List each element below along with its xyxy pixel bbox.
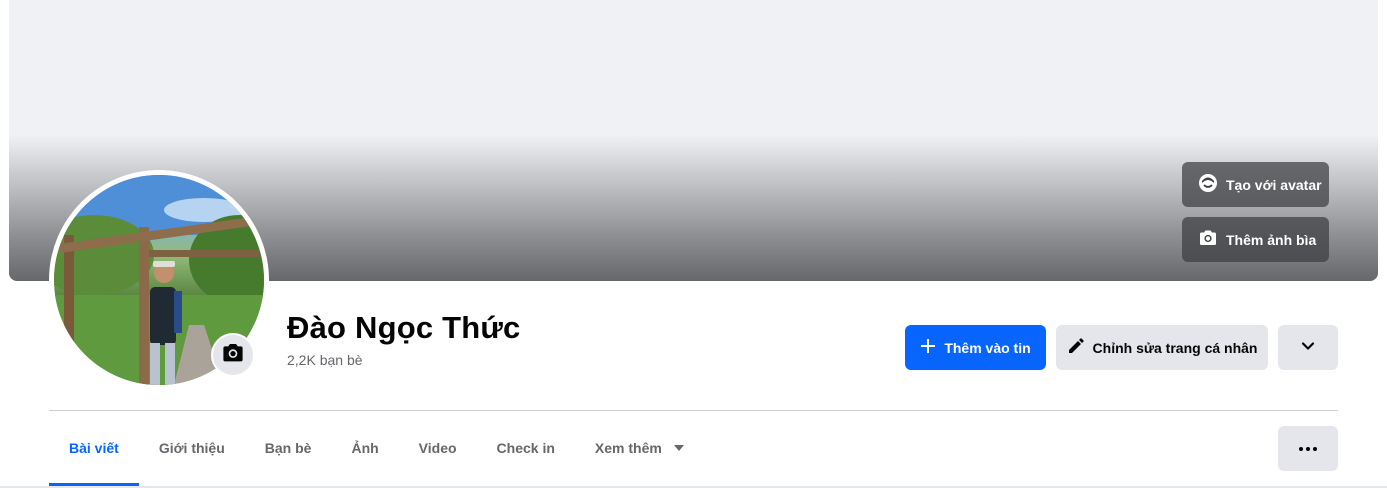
add-to-story-label: Thêm vào tin bbox=[944, 339, 1031, 356]
camera-icon bbox=[221, 341, 245, 370]
profile-tabs: Bài viết Giới thiệu Bạn bè Ảnh Video Che… bbox=[49, 426, 704, 486]
profile-options-button[interactable] bbox=[1278, 325, 1338, 370]
tab-friends[interactable]: Bạn bè bbox=[245, 426, 332, 470]
edit-profile-button[interactable]: Chỉnh sửa trang cá nhân bbox=[1056, 325, 1268, 370]
tab-videos-label: Video bbox=[418, 440, 457, 456]
add-cover-photo-button[interactable]: Thêm ảnh bìa bbox=[1182, 217, 1329, 262]
tab-about-label: Giới thiệu bbox=[158, 440, 225, 456]
tab-about[interactable]: Giới thiệu bbox=[139, 426, 245, 470]
avatar-face-icon bbox=[1198, 173, 1218, 196]
tab-more-label: Xem thêm bbox=[594, 440, 662, 456]
add-cover-photo-label: Thêm ảnh bìa bbox=[1226, 231, 1317, 248]
create-with-avatar-label: Tạo với avatar bbox=[1226, 176, 1322, 193]
profile-name: Đào Ngọc Thức bbox=[287, 310, 521, 345]
tab-posts[interactable]: Bài viết bbox=[49, 426, 139, 486]
edit-profile-label: Chỉnh sửa trang cá nhân bbox=[1092, 339, 1258, 356]
camera-icon bbox=[1198, 228, 1218, 251]
create-with-avatar-button[interactable]: Tạo với avatar bbox=[1182, 162, 1329, 207]
tab-more[interactable]: Xem thêm bbox=[575, 426, 704, 470]
caret-down-icon bbox=[673, 445, 684, 451]
pencil-icon bbox=[1067, 337, 1085, 358]
ellipsis-dot bbox=[1306, 446, 1310, 451]
friends-count[interactable]: 2,2K bạn bè bbox=[287, 352, 363, 368]
tab-posts-label: Bài viết bbox=[69, 440, 119, 456]
tab-check-ins[interactable]: Check in bbox=[477, 426, 575, 470]
update-profile-picture-button[interactable] bbox=[211, 333, 255, 377]
plus-icon bbox=[920, 338, 936, 357]
tab-photos[interactable]: Ảnh bbox=[331, 426, 398, 470]
ellipsis-dot bbox=[1313, 446, 1317, 451]
tab-photos-label: Ảnh bbox=[351, 440, 379, 456]
tab-videos[interactable]: Video bbox=[399, 426, 477, 470]
add-to-story-button[interactable]: Thêm vào tin bbox=[905, 325, 1046, 370]
more-options-button[interactable] bbox=[1278, 426, 1338, 471]
profile-divider bbox=[49, 410, 1338, 411]
chevron-down-icon bbox=[1300, 338, 1316, 357]
tab-friends-label: Bạn bè bbox=[264, 440, 312, 456]
ellipsis-dot bbox=[1299, 446, 1303, 451]
tab-check-ins-label: Check in bbox=[496, 440, 555, 456]
